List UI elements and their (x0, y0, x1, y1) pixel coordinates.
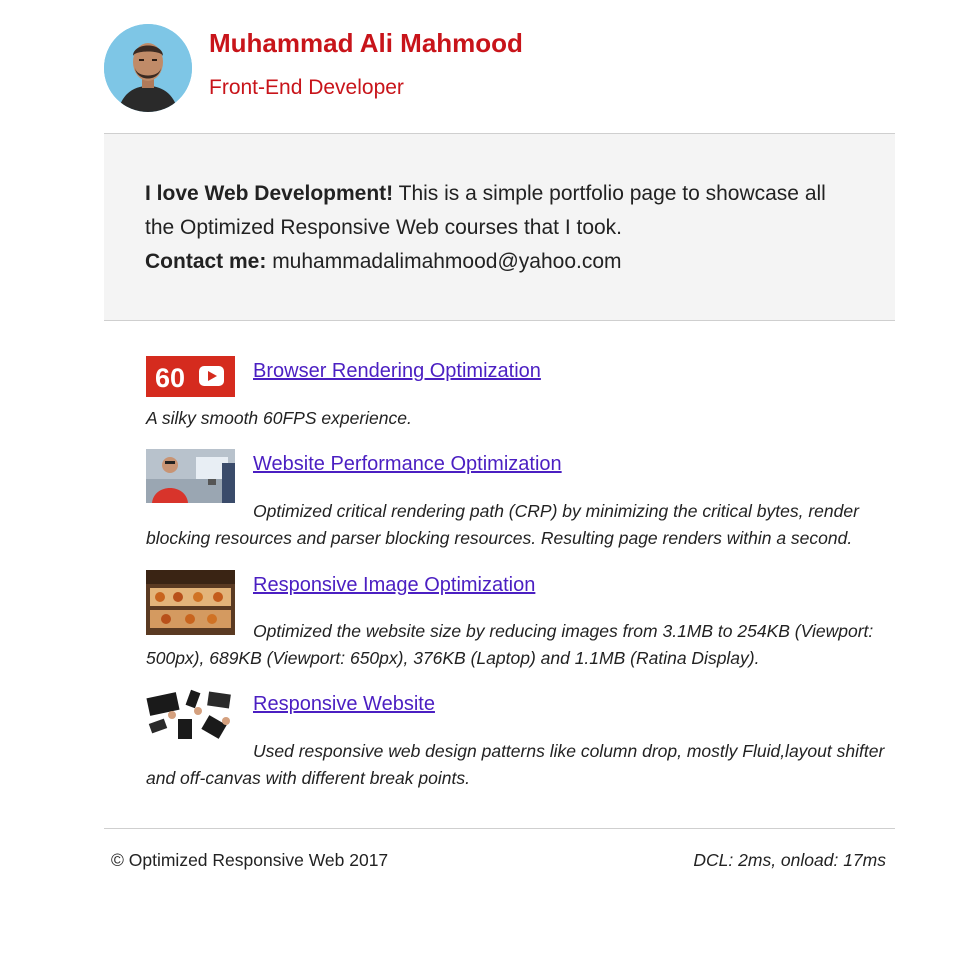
course-description: Used responsive web design patterns like… (146, 741, 885, 788)
course-thumbnail[interactable] (146, 689, 235, 744)
course-link-website-performance[interactable]: Website Performance Optimization (253, 453, 562, 476)
contact-label: Contact me: (145, 250, 267, 273)
profile-role: Front-End Developer (209, 76, 404, 99)
course-description: A silky smooth 60FPS experience. (146, 408, 412, 428)
profile-avatar (104, 24, 192, 112)
youtube-60fps-icon: 60 (146, 356, 235, 397)
avatar-portrait-image (104, 24, 192, 112)
course-description: Optimized the website size by reducing i… (146, 621, 874, 668)
contact-email: muhammadalimahmood@yahoo.com (266, 250, 622, 273)
footer-timing: DCL: 2ms, onload: 17ms (693, 850, 886, 870)
profile-name: Muhammad Ali Mahmood (209, 28, 523, 58)
presenter-photo-image (146, 449, 235, 503)
profile-header: Muhammad Ali Mahmood Front-End Developer (104, 24, 894, 124)
footer-divider (104, 828, 895, 829)
course-link-responsive-website[interactable]: Responsive Website (253, 693, 435, 716)
intro-lead: I love Web Development! (145, 182, 394, 205)
svg-text:60: 60 (155, 363, 185, 393)
intro-divider (104, 320, 895, 321)
footer-copyright: © Optimized Responsive Web 2017 (111, 850, 389, 870)
intro-section: I love Web Development! This is a simple… (104, 134, 895, 320)
devices-hands-image (146, 689, 235, 744)
course-link-browser-rendering[interactable]: Browser Rendering Optimization (253, 360, 541, 383)
portfolio-page: Muhammad Ali Mahmood Front-End Developer… (0, 0, 980, 980)
course-description: Optimized critical rendering path (CRP) … (146, 501, 859, 548)
intro-text: I love Web Development! This is a simple… (145, 177, 855, 279)
course-thumbnail[interactable]: 60 (146, 356, 235, 397)
course-thumbnail[interactable] (146, 449, 235, 503)
course-link-responsive-image[interactable]: Responsive Image Optimization (253, 574, 535, 597)
